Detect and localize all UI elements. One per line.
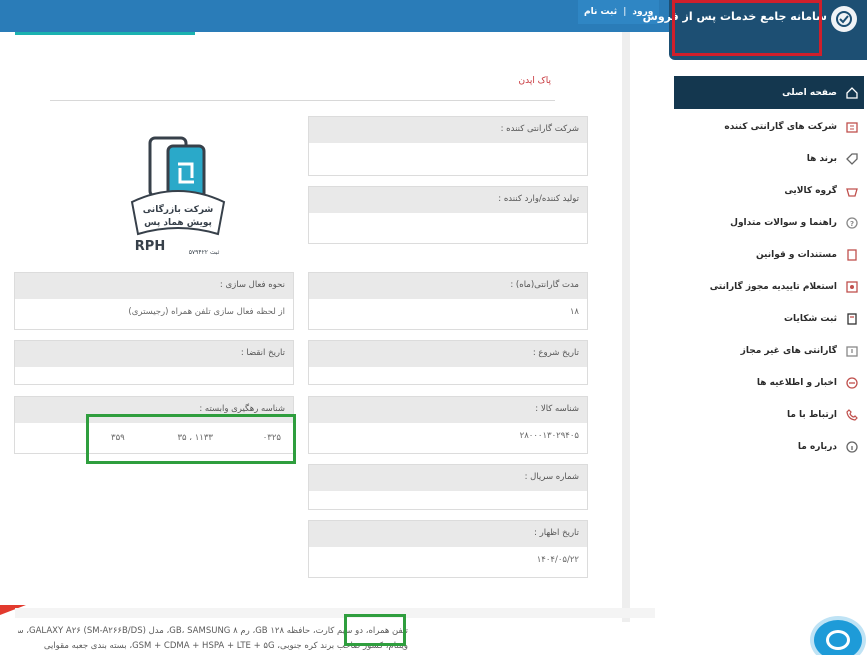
field-start-date: تاریخ شروع : xyxy=(308,340,588,385)
field-activation-method: نحوه فعال سازی : از لحظه فعال سازی تلفن … xyxy=(14,272,294,330)
sidebar-item-label: گروه کالایی xyxy=(784,186,837,196)
sidebar-item-label: شرکت های گارانتی کننده xyxy=(724,122,837,132)
field-warranty-duration: مدت گارانتی(ماه) : ۱۸ xyxy=(308,272,588,330)
sidebar-item-label: مستندات و قوانین xyxy=(755,250,837,260)
field-expiry-date: تاریخ انقضا : xyxy=(14,340,294,385)
sidebar-item-3[interactable]: برند ها xyxy=(807,148,859,170)
warning-icon xyxy=(845,344,859,358)
sidebar-item-label: ثبت شکایات xyxy=(784,314,837,324)
info-icon xyxy=(845,440,859,454)
company-logo: شرکت بازرگانی پویش هماد پس RPH ثبت ۵۷۹۴۲… xyxy=(118,130,238,262)
logo-brand: RPH xyxy=(135,239,165,254)
field-value: ۱۸ xyxy=(569,307,579,317)
logo-text-line1: شرکت بازرگانی xyxy=(143,203,214,215)
home-icon xyxy=(845,86,859,100)
sidebar-item-2[interactable]: شرکت های گارانتی کننده xyxy=(724,116,859,138)
sidebar-item-7[interactable]: استعلام تاییدیه مجوز گارانتی xyxy=(710,276,859,298)
field-value: از لحظه فعال سازی تلفن همراه (رجیستری) xyxy=(128,307,285,317)
svg-text:?: ? xyxy=(850,220,854,228)
field-serial: شماره سریال : xyxy=(308,464,588,510)
sidebar-item-label: راهنما و سوالات متداول xyxy=(730,218,837,228)
phone-icon xyxy=(845,408,859,422)
field-guarantor: شرکت گارانتی کننده : xyxy=(308,116,588,176)
auth-separator: | xyxy=(623,7,627,17)
field-declaration-date: تاریخ اظهار : ۱۴۰۴/۰۵/۲۲ xyxy=(308,520,588,578)
building-icon xyxy=(845,120,859,134)
news-icon xyxy=(845,376,859,390)
sidebar-item-5[interactable]: ? راهنما و سوالات متداول xyxy=(730,212,859,234)
help-icon: ? xyxy=(845,216,859,230)
register-link[interactable]: ثبت نام xyxy=(584,7,617,17)
sidebar-item-label: صفحه اصلی xyxy=(782,88,837,98)
document-icon xyxy=(845,248,859,262)
brand-logo-icon xyxy=(831,6,857,32)
sidebar-item-label: برند ها xyxy=(806,154,837,164)
breadcrumb[interactable]: پاک اپدن xyxy=(518,76,551,86)
field-label: تاریخ انقضا : xyxy=(15,341,293,367)
complaint-icon xyxy=(845,312,859,326)
logo-text-line2: پویش هماد پس xyxy=(144,218,212,228)
field-label: مدت گارانتی(ماه) : xyxy=(309,273,587,299)
field-label: نحوه فعال سازی : xyxy=(15,273,293,299)
field-label: تاریخ اظهار : xyxy=(309,521,587,547)
field-label: تولید کننده/وارد کننده : xyxy=(309,187,587,213)
sidebar-item-10[interactable]: اخبار و اطلاعیه ها xyxy=(757,372,859,394)
sidebar-item-4[interactable]: گروه کالایی xyxy=(784,180,859,202)
field-label: تاریخ شروع : xyxy=(309,341,587,367)
field-value: ۱۴۰۴/۰۵/۲۲ xyxy=(536,555,579,565)
sidebar-item-label: اخبار و اطلاعیه ها xyxy=(756,378,837,388)
basket-icon xyxy=(845,184,859,198)
accent-line xyxy=(15,32,195,35)
sidebar-item-8[interactable]: ثبت شکایات xyxy=(784,308,859,330)
sidebar-item-6[interactable]: مستندات و قوانین xyxy=(756,244,859,266)
logo-reg-number: ثبت ۵۷۹۴۲۲ xyxy=(189,249,220,256)
content-divider xyxy=(622,32,630,622)
certificate-icon xyxy=(845,280,859,294)
sidebar-item-11[interactable]: ارتباط با ما xyxy=(787,404,859,426)
field-value: ۲۸۰۰۰۱۳۰۲۹۴۰۵ xyxy=(519,431,579,441)
description-header-bar xyxy=(15,608,655,618)
sidebar-item-label: گارانتی های غیر مجاز xyxy=(740,346,837,356)
field-label: شناسه کالا : xyxy=(309,397,587,423)
sidebar-item-9[interactable]: گارانتی های غیر مجاز xyxy=(741,340,859,362)
sidebar-item-label: درباره ما xyxy=(797,442,837,452)
sidebar-item-label: ارتباط با ما xyxy=(786,410,837,420)
highlight-box-brand-name xyxy=(344,614,406,646)
sidebar-item-12[interactable]: درباره ما xyxy=(798,436,859,458)
tag-icon xyxy=(845,152,859,166)
highlight-box-brand xyxy=(672,0,822,56)
field-product-id: شناسه کالا : ۲۸۰۰۰۱۳۰۲۹۴۰۵ xyxy=(308,396,588,454)
breadcrumb-divider xyxy=(50,100,555,101)
chat-icon xyxy=(826,630,850,650)
sidebar-item-label: استعلام تاییدیه مجوز گارانتی xyxy=(709,282,837,292)
field-label: شماره سریال : xyxy=(309,465,587,491)
highlight-box-tracking xyxy=(86,414,296,464)
chat-button[interactable] xyxy=(810,616,866,655)
field-producer: تولید کننده/وارد کننده : xyxy=(308,186,588,244)
field-label: شرکت گارانتی کننده : xyxy=(309,117,587,143)
sidebar-item-1[interactable]: صفحه اصلی xyxy=(782,82,859,104)
